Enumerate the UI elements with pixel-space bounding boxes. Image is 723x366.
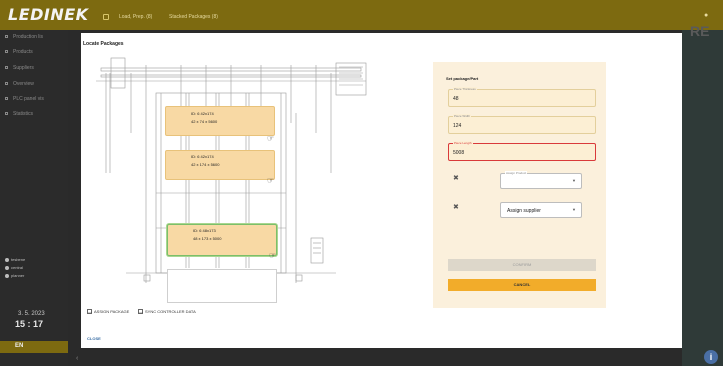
length-label: Piece Length xyxy=(453,141,473,145)
sidebar-item-products[interactable]: Products xyxy=(5,49,33,55)
package-dims: 48 x 173 x 5000 xyxy=(193,236,222,241)
hand-pointer-icon[interactable]: ☞ xyxy=(269,251,276,260)
cloud-icon xyxy=(5,257,9,262)
panel-icon xyxy=(5,97,8,101)
sidebar: Production lis Products Suppliers Overvi… xyxy=(0,30,68,366)
assign-package-checkbox[interactable]: — ASSIGN PACKAGE xyxy=(87,309,129,315)
width-value[interactable]: 124 xyxy=(453,123,461,129)
language-selector[interactable]: EN xyxy=(15,343,23,349)
tab-load-prep[interactable]: Load, Prep. (8) xyxy=(119,14,152,20)
package-id: ID: 6 48x173 xyxy=(193,228,216,233)
tools-icon xyxy=(5,273,9,278)
supplier-value: Assign supplier xyxy=(507,208,541,214)
package-id: ID: 6 42x174 xyxy=(191,111,214,116)
package-card-selected[interactable] xyxy=(167,224,277,256)
set-package-form: Set package/Part Piece Thickness 48 Piec… xyxy=(433,62,606,308)
user-planner: planner xyxy=(5,273,24,278)
background-text: RE xyxy=(690,23,710,39)
user-central: central xyxy=(5,265,23,270)
sidebar-item-suppliers[interactable]: Suppliers xyxy=(5,65,34,71)
modal-title: Locate Packages xyxy=(83,41,124,47)
thickness-value[interactable]: 48 xyxy=(453,96,459,102)
assign-supplier-select[interactable]: Assign supplier ▼ xyxy=(500,202,582,218)
chevron-down-icon[interactable]: ▼ xyxy=(572,178,576,183)
locate-packages-modal: Locate Packages ID: 6 42x174 42 x 74 x 5… xyxy=(81,33,682,348)
assign-product-select[interactable]: Assign Product ▼ xyxy=(500,171,582,189)
hand-pointer-icon[interactable]: ☞ xyxy=(267,176,274,185)
product-label: Assign Product xyxy=(505,171,528,175)
chevron-left-icon[interactable]: ‹ xyxy=(76,355,78,362)
sidebar-item-overview[interactable]: Overview xyxy=(5,81,34,87)
package-dims: 42 x 174 x 5600 xyxy=(191,162,220,167)
cancel-button[interactable]: CANCEL xyxy=(448,279,596,291)
width-label: Piece Width xyxy=(453,114,472,118)
chevron-down-icon[interactable]: ▼ xyxy=(572,207,576,212)
close-icon[interactable]: ✖ xyxy=(453,174,459,182)
width-field[interactable]: Piece Width 124 xyxy=(448,114,596,134)
confirm-button[interactable]: CONFIRM xyxy=(448,259,596,271)
checkbox-icon[interactable]: — xyxy=(138,309,143,315)
package-id: ID: 6 42x174 xyxy=(191,154,214,159)
thickness-field[interactable]: Piece Thickness 48 xyxy=(448,87,596,107)
user-tesbene: tesbene xyxy=(5,257,25,262)
box-icon xyxy=(5,50,8,54)
form-title: Set package/Part xyxy=(446,76,479,81)
background-panel xyxy=(682,30,723,366)
package-card[interactable] xyxy=(165,106,275,136)
package-preview-box xyxy=(167,269,277,303)
app-logo: LEDINEK xyxy=(8,5,89,24)
length-value[interactable]: 5008 xyxy=(453,150,464,156)
info-icon[interactable]: i xyxy=(704,350,718,364)
package-card[interactable] xyxy=(165,150,275,180)
top-bar: LEDINEK Load, Prep. (8) Stacked Packages… xyxy=(0,0,723,30)
layers-icon xyxy=(103,14,109,20)
grid-icon xyxy=(5,82,8,86)
sync-data-checkbox[interactable]: — SYNC CONTROLLER DATA xyxy=(138,309,196,315)
package-dims: 42 x 74 x 5600 xyxy=(191,119,218,124)
sidebar-item-plc-panel[interactable]: PLC panel vis xyxy=(5,96,44,102)
user-icon xyxy=(5,265,9,270)
close-button[interactable]: CLOSE xyxy=(87,336,101,341)
checkbox-icon[interactable]: — xyxy=(87,309,92,315)
sidebar-item-statistics[interactable]: Statistics xyxy=(5,111,33,117)
chart-icon xyxy=(5,112,8,116)
close-icon[interactable]: ✖ xyxy=(453,203,459,211)
hand-pointer-icon[interactable]: ☞ xyxy=(267,134,274,143)
current-time: 15 : 17 xyxy=(15,319,44,329)
current-date: 3. 5. 2023 xyxy=(18,311,45,317)
sidebar-item-production[interactable]: Production lis xyxy=(5,34,43,40)
length-field[interactable]: Piece Length 5008 xyxy=(448,141,596,161)
person-icon[interactable]: ● xyxy=(704,12,708,19)
tab-stacked-packages[interactable]: Stacked Packages (8) xyxy=(169,14,218,20)
thickness-label: Piece Thickness xyxy=(453,87,477,91)
list-icon xyxy=(5,35,8,39)
truck-icon xyxy=(5,66,8,70)
language-bar[interactable]: EN xyxy=(0,341,68,353)
